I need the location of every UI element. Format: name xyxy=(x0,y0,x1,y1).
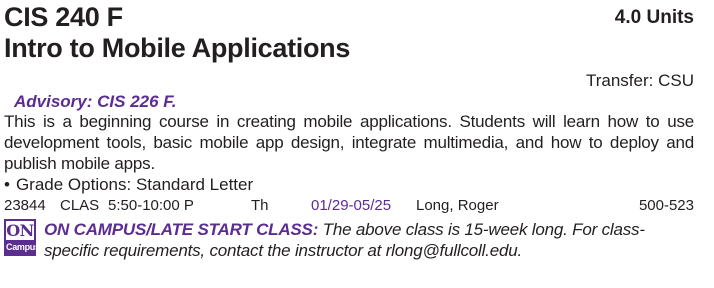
section-row: 23844 CLAS 5:50-10:00 P Th 01/29-05/25 L… xyxy=(4,196,694,216)
section-dates: 01/29-05/25 xyxy=(311,197,392,214)
bullet: • xyxy=(4,175,10,194)
class-note: ON CAMPUS/LATE START CLASS: The above cl… xyxy=(44,219,694,261)
section-number: 23844 xyxy=(4,197,46,214)
on-campus-icon-bottom: Campus xyxy=(6,240,40,254)
transfer-info: Transfer: CSU xyxy=(585,71,694,90)
section-instructor: Long, Roger xyxy=(416,197,499,214)
section-days: Th xyxy=(251,197,269,214)
advisory: Advisory: CIS 226 F. xyxy=(14,92,177,111)
course-units: 4.0 Units xyxy=(614,7,694,28)
course-code: CIS 240 F xyxy=(4,2,123,32)
section-room: 500-523 xyxy=(638,197,694,214)
section-type: CLAS xyxy=(60,197,100,214)
course-listing: CIS 240 F 4.0 Units Intro to Mobile Appl… xyxy=(0,0,714,288)
course-title: Intro to Mobile Applications xyxy=(4,33,351,63)
on-campus-icon-top: ON xyxy=(6,221,34,240)
grade-options: • Grade Options: Standard Letter xyxy=(4,174,253,195)
course-description: This is a beginning course in creating m… xyxy=(4,112,694,173)
on-campus-icon: ON Campus xyxy=(4,219,40,256)
class-note-label: ON CAMPUS/LATE START CLASS: xyxy=(44,220,319,239)
grade-options-text: Grade Options: Standard Letter xyxy=(15,175,254,194)
section-time: 5:50-10:00 P xyxy=(108,197,194,214)
